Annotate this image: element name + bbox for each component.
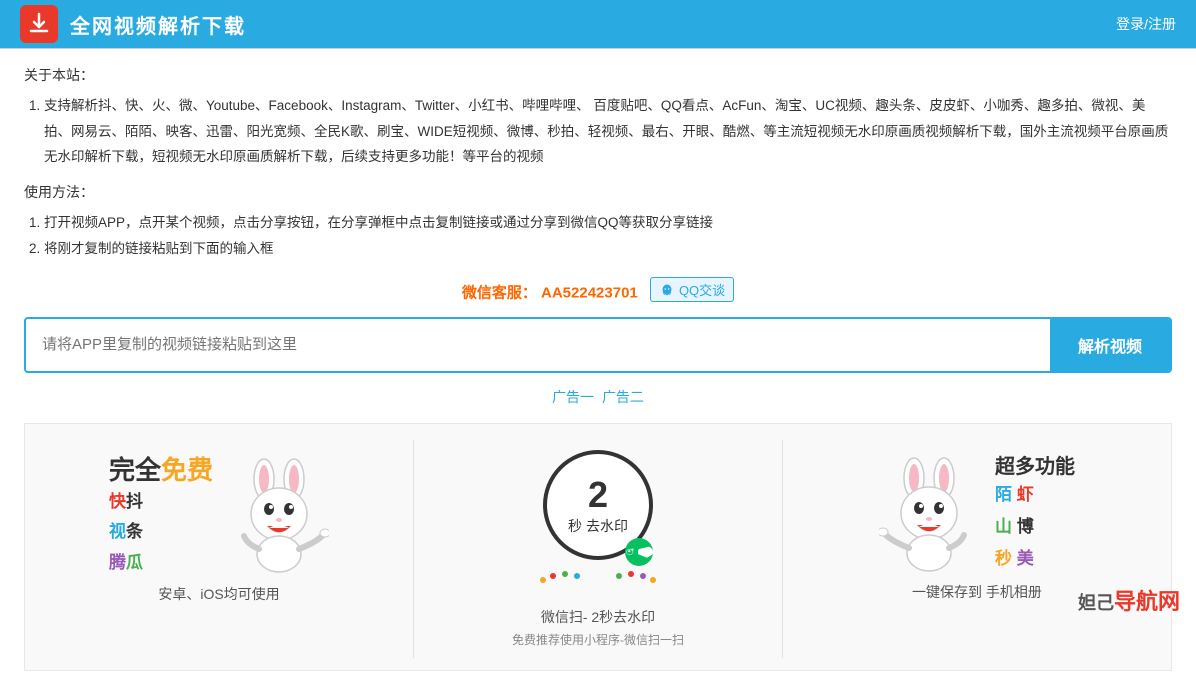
wechat-mini-icon	[625, 538, 653, 566]
login-link[interactable]: 登录/注册	[1116, 14, 1176, 34]
platform-shi: 视	[109, 522, 126, 541]
usage-step-2: 将刚才复制的链接粘贴到下面的输入框	[44, 236, 1172, 262]
usage-list: 打开视频APP，点开某个视频，点击分享按钮，在分享弹框中点击复制链接或通过分享到…	[44, 210, 1172, 261]
right-caption: 一键保存到 手机相册	[912, 582, 1042, 602]
search-button[interactable]: 解析视频	[1050, 319, 1170, 371]
platform-teng: 腾	[109, 553, 126, 572]
watermark-circle: 2 秒 去水印	[543, 450, 653, 560]
banner-middle: 2 秒 去水印	[413, 440, 783, 658]
qq-icon	[659, 282, 675, 298]
free-highlight: 免费	[161, 455, 213, 485]
download-icon	[27, 12, 51, 36]
search-bar: 解析视频	[24, 317, 1172, 373]
ad-link-2[interactable]: 广告二	[602, 389, 644, 405]
ad-links: 广告一 广告二	[24, 387, 1172, 407]
platform-kuai: 快	[109, 492, 126, 511]
ad-link-1[interactable]: 广告一	[552, 389, 594, 405]
right-header: 超多功能	[995, 450, 1075, 479]
header-left: 全网视频解析下载	[20, 5, 246, 43]
left-caption: 安卓、iOS均可使用	[158, 584, 279, 604]
rabbit-right	[879, 453, 979, 573]
free-complete: 完全免费	[109, 450, 213, 487]
site-watermark: 妲己导航网	[1078, 584, 1180, 616]
header: 全网视频解析下载 登录/注册	[0, 0, 1196, 48]
wechat-id: AA522423701	[541, 285, 638, 302]
about-item-1: 支持解析抖、快、火、微、Youtube、Facebook、Instagram、T…	[44, 93, 1172, 170]
search-input[interactable]	[26, 322, 1050, 367]
site-title: 全网视频解析下载	[70, 10, 246, 39]
usage-title: 使用方法：	[24, 182, 1172, 202]
seconds-number: 2	[588, 474, 608, 516]
banner-right: 超多功能 陌 虾 山 博 秒 美 一键保存到 手机相册	[783, 440, 1171, 658]
wechat-label: 微信客服：	[462, 285, 537, 302]
main-content: 关于本站： 支持解析抖、快、火、微、Youtube、Facebook、Insta…	[0, 49, 1196, 695]
about-list: 支持解析抖、快、火、微、Youtube、Facebook、Instagram、T…	[44, 93, 1172, 170]
about-title: 关于本站：	[24, 65, 1172, 85]
seconds-label: 秒	[568, 516, 582, 536]
contact-bar: 微信客服： AA522423701 QQ交谈	[24, 277, 1172, 303]
action-text: 去水印	[586, 516, 628, 536]
qq-chat-btn[interactable]: QQ交谈	[650, 277, 734, 302]
qq-btn-label: QQ交谈	[679, 280, 725, 299]
middle-sub: 免费推荐使用小程序-微信扫一扫	[512, 631, 684, 648]
middle-caption: 微信扫- 2秒去水印	[541, 607, 655, 627]
platform-miao: 秒	[995, 549, 1012, 568]
usage-step-1: 打开视频APP，点开某个视频，点击分享按钮，在分享弹框中点击复制链接或通过分享到…	[44, 210, 1172, 236]
banner-left: 完全免费 快抖 视条 腾瓜	[25, 440, 413, 658]
platform-shan: 山	[995, 517, 1012, 536]
banner-area: 完全免费 快抖 视条 腾瓜	[24, 423, 1172, 671]
platform-mo: 陌	[995, 485, 1012, 504]
dots-decoration	[533, 570, 663, 590]
rabbit-left	[229, 454, 329, 574]
logo-icon	[20, 5, 58, 43]
wechat-icon	[625, 545, 638, 559]
